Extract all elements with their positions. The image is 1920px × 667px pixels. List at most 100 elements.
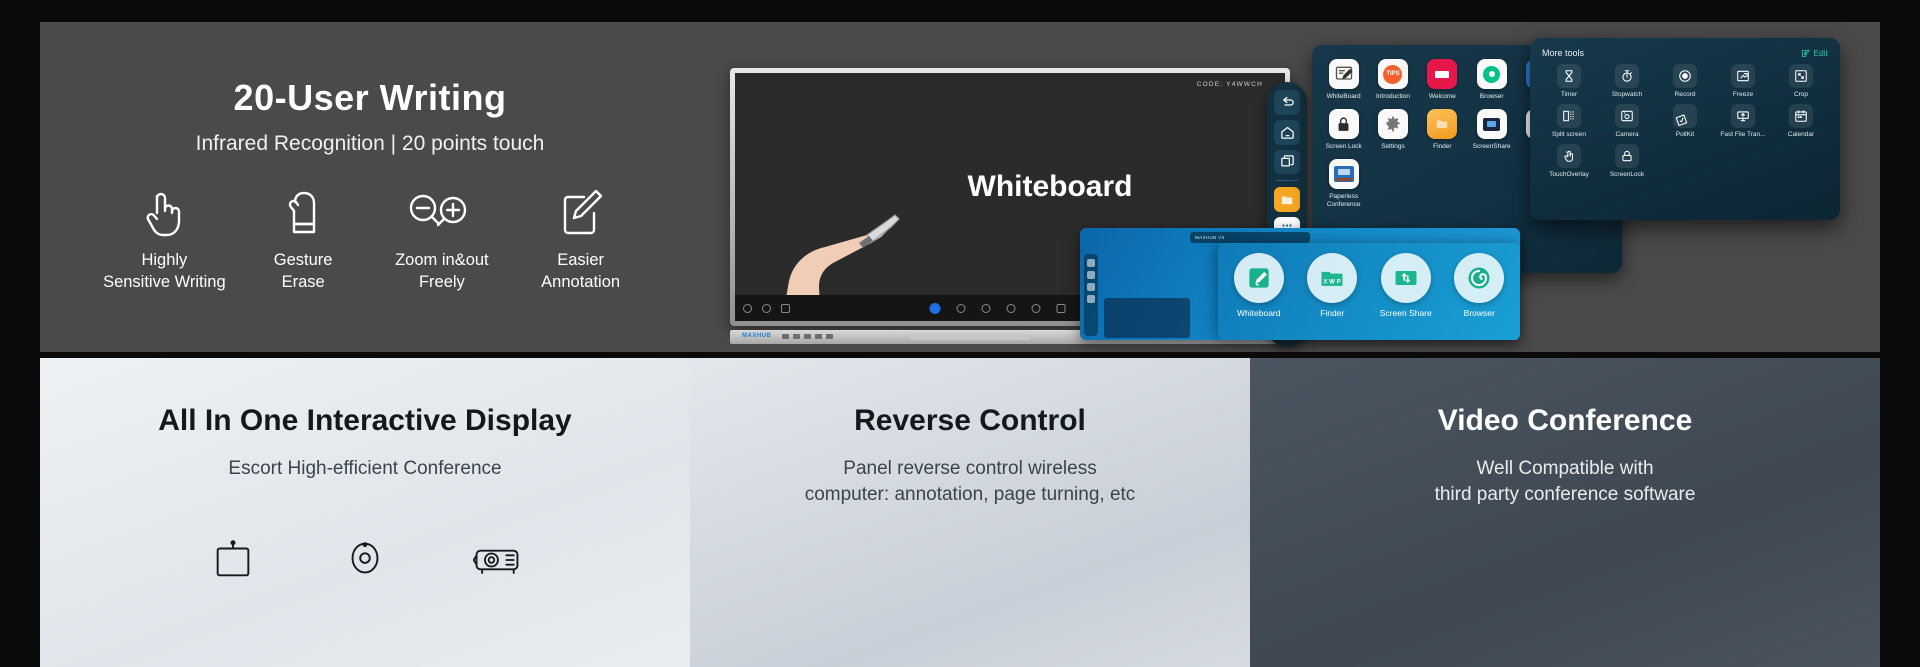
tool-item-split-screen[interactable]: Split screen [1542,104,1596,138]
pencil-square-icon [511,187,650,239]
more-tools-grid[interactable]: Timer Stopwatch Record Freeze Crop Split… [1542,64,1828,178]
screenshare-app-icon [1476,109,1507,140]
insert-image-icon[interactable] [1056,303,1066,313]
record-icon [1673,64,1697,88]
more-tools-title: More tools [1542,48,1585,58]
app-item-introduction[interactable]: TIPS Introduction [1371,59,1414,101]
zoom-in-out-icon [373,187,512,239]
tool-item-camera[interactable]: Camera [1600,104,1654,138]
page-title: 20-User Writing [233,77,507,118]
tool-label: Split screen [1552,131,1586,138]
pen-tool-icon[interactable] [929,302,941,314]
tool-item-screen-lock[interactable]: ScreenLock [1600,144,1654,178]
home-launcher-bar[interactable]: Whiteboard X W P Finder Screen Share Bro… [1218,243,1520,340]
svg-text:X W P: X W P [1324,278,1341,285]
feature-label: Easier Annotation [541,251,621,292]
status-bar-text: MAXHUB V5 [1195,235,1225,240]
app-label: WhiteBoard [1326,93,1361,100]
sidebar-item-multitask[interactable] [1274,149,1300,175]
split-screen-icon [1557,104,1581,128]
sidebar-item-back[interactable] [1274,90,1300,115]
dock-icon-3[interactable] [1087,283,1095,291]
toolbar-left-group[interactable] [743,303,790,313]
hourglass-icon [1557,64,1581,88]
finder-app-icon [1427,109,1458,140]
app-item-welcome[interactable]: Welcome [1421,59,1464,101]
promo-page: 20-User Writing Infrared Recognition | 2… [0,0,1920,667]
launcher-item-finder[interactable]: X W P Finder [1299,253,1365,318]
card-subtitle: Escort High-efficient Conference [228,458,502,479]
app-label: Browser [1479,93,1504,100]
dock-icon-4[interactable] [1087,295,1095,303]
launcher-item-browser[interactable]: Browser [1446,253,1512,318]
crop-icon [1789,64,1813,88]
sidebar-item-home[interactable] [1274,119,1300,145]
card-title: Video Conference [1437,404,1693,437]
tool-label: Fast File Tran... [1720,131,1766,138]
eraser-tool-icon[interactable] [981,303,991,313]
welcome-app-icon [1427,59,1458,89]
app-item-whiteboard[interactable]: WhiteBoard [1322,59,1365,101]
tool-item-calendar[interactable]: Calendar [1774,104,1828,138]
launcher-label: Whiteboard [1237,308,1281,318]
save-icon[interactable] [781,303,790,313]
app-item-screen-lock[interactable]: Screen Lock [1322,109,1365,151]
dock-icon-2[interactable] [1087,271,1095,279]
introduction-app-icon: TIPS [1377,59,1408,89]
dock-icon-1[interactable] [1087,259,1095,267]
feature-list: Highly Sensitive Writing Gesture Erase Z… [95,187,650,294]
sidebar-item-finder[interactable] [1274,187,1300,213]
more-tools-panel[interactable]: More tools Edit Timer Stopwatch Record F… [1530,38,1840,220]
toolbar-center-group[interactable] [929,302,1091,314]
app-label: Screen Lock [1325,143,1362,151]
app-item-browser[interactable]: Browser [1470,59,1513,101]
undo-icon[interactable] [1006,303,1016,313]
launcher-item-screen-share[interactable]: Screen Share [1373,253,1439,318]
whiteboard-launcher-icon [1233,253,1284,303]
tool-item-timer[interactable]: Timer [1542,64,1596,98]
feature-card-all-in-one: All In One Interactive Display Escort Hi… [40,358,690,667]
redo-icon[interactable] [1031,303,1041,313]
windows-stack-icon [1280,155,1294,167]
shape-tool-icon[interactable] [956,303,966,313]
browser-launcher-icon [1454,253,1505,303]
tool-item-crop[interactable]: Crop [1774,64,1828,98]
status-bar: MAXHUB V5 [1190,232,1310,243]
pairing-code: CODE: Y4WWCH [1196,81,1263,88]
app-label: Introduction [1376,93,1410,100]
app-item-settings[interactable]: Settings [1371,109,1414,151]
feature-label: Gesture Erase [273,251,333,292]
tool-label: Camera [1615,131,1639,138]
tool-label: PollKit [1675,131,1695,138]
exit-icon[interactable] [743,303,752,313]
card-subtitle: Well Compatible with third party confere… [1434,458,1696,505]
card-title: Reverse Control [854,404,1086,437]
feature-cards-row: All In One Interactive Display Escort Hi… [40,358,1880,667]
tool-item-stopwatch[interactable]: Stopwatch [1600,64,1654,98]
hero-subtitle: Infrared Recognition | 20 points touch [195,132,545,155]
app-item-finder[interactable]: Finder [1421,109,1464,151]
feature-label: Zoom in&out Freely [395,251,489,292]
tool-label: TouchOverlay [1549,171,1589,178]
tool-label: ScreenLock [1609,171,1645,178]
app-item-screenshare[interactable]: ScreenShare [1470,109,1513,151]
screen-share-launcher-icon [1380,253,1431,303]
hero-panel: 20-User Writing Infrared Recognition | 2… [40,22,1880,352]
app-item-paperless-conference[interactable]: Paperless Conference [1322,159,1365,209]
home-icon [1280,126,1294,139]
edit-button[interactable]: Edit [1801,48,1828,58]
home-side-dock[interactable] [1084,254,1098,336]
launcher-label: Browser [1463,308,1495,318]
tool-item-touch-overlay[interactable]: TouchOverlay [1542,144,1596,178]
tool-item-record[interactable]: Record [1658,64,1712,98]
feature-card-video-conference: Video Conference Well Compatible with th… [1250,358,1880,667]
tool-label: Record [1674,91,1696,98]
app-label: ScreenShare [1472,143,1511,151]
edit-pencil-icon [1802,48,1811,57]
tool-item-freeze[interactable]: Freeze [1716,64,1770,98]
menu-icon[interactable] [762,303,771,313]
tool-item-fast-file-transfer[interactable]: Fast File Tran... [1716,104,1770,138]
settings-app-icon [1377,109,1408,140]
launcher-item-whiteboard[interactable]: Whiteboard [1226,253,1292,318]
tool-item-pollkit[interactable]: PollKit [1658,104,1712,138]
